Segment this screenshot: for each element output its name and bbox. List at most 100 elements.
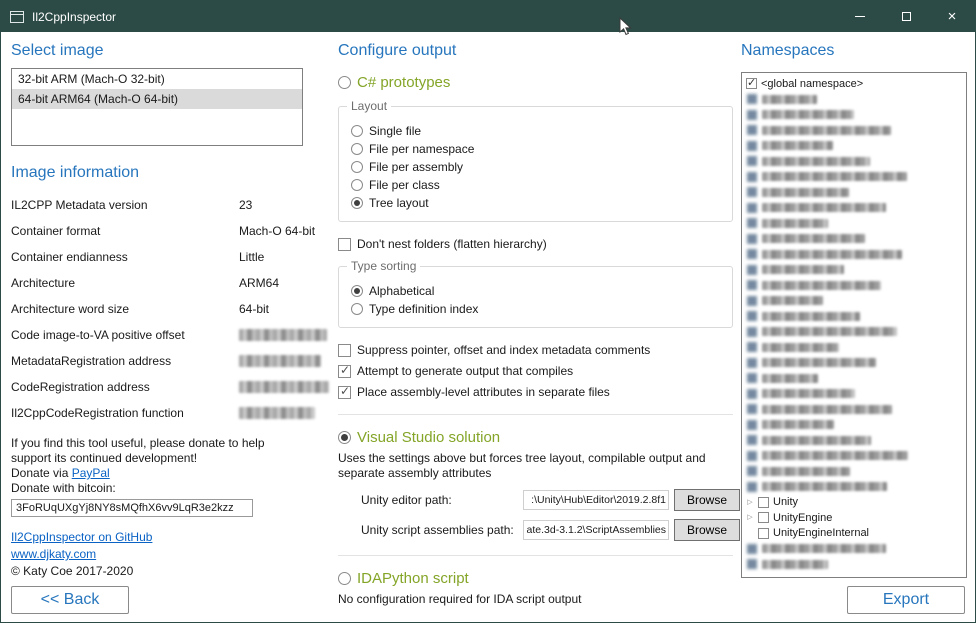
namespace-row-redacted[interactable] <box>744 541 964 557</box>
minimize-button[interactable] <box>837 1 883 32</box>
namespace-checkbox[interactable] <box>747 420 757 430</box>
unity-editor-path-input[interactable]: :\Unity\Hub\Editor\2019.2.8f1 <box>523 490 669 510</box>
namespace-checkbox[interactable] <box>747 187 757 197</box>
namespace-checkbox[interactable] <box>747 249 757 259</box>
radio-sorting-alphabetical[interactable]: Alphabetical <box>351 283 722 299</box>
namespace-checkbox[interactable] <box>758 512 769 523</box>
namespace-row-redacted[interactable] <box>744 231 964 247</box>
back-button[interactable]: << Back <box>11 586 129 614</box>
website-link[interactable]: www.djkaty.com <box>11 547 96 561</box>
namespace-checkbox[interactable] <box>747 296 757 306</box>
radio-layout-file-per-assembly[interactable]: File per assembly <box>351 159 722 175</box>
browse-script-assemblies-button[interactable]: Browse <box>674 519 740 541</box>
redacted-text <box>762 172 907 181</box>
checkbox-suppress-comments[interactable]: Suppress pointer, offset and index metad… <box>338 342 733 358</box>
namespace-checkbox[interactable] <box>747 559 757 569</box>
radio-layout-file-per-namespace[interactable]: File per namespace <box>351 141 722 157</box>
namespace-row[interactable]: <global namespace> <box>744 76 964 92</box>
namespace-row-redacted[interactable] <box>744 464 964 480</box>
expander-icon[interactable]: ▷ <box>744 510 756 525</box>
namespace-row-redacted[interactable] <box>744 123 964 139</box>
radio-layout-single-file[interactable]: Single file <box>351 123 722 139</box>
namespace-row-redacted[interactable] <box>744 92 964 108</box>
namespace-checkbox[interactable] <box>747 203 757 213</box>
github-link[interactable]: Il2CppInspector on GitHub <box>11 530 152 544</box>
namespace-row-redacted[interactable] <box>744 340 964 356</box>
namespace-checkbox[interactable] <box>747 544 757 554</box>
namespace-checkbox[interactable] <box>746 78 757 89</box>
namespace-checkbox[interactable] <box>747 404 757 414</box>
namespace-row-redacted[interactable] <box>744 479 964 495</box>
browse-unity-editor-button[interactable]: Browse <box>674 489 740 511</box>
namespace-row-redacted[interactable] <box>744 278 964 294</box>
namespace-checkbox[interactable] <box>747 94 757 104</box>
namespace-checkbox[interactable] <box>747 172 757 182</box>
checkbox-assembly-attributes[interactable]: Place assembly-level attributes in separ… <box>338 384 733 400</box>
radio-layout-file-per-class[interactable]: File per class <box>351 177 722 193</box>
namespace-checkbox[interactable] <box>747 156 757 166</box>
namespace-checkbox[interactable] <box>758 497 769 508</box>
export-button[interactable]: Export <box>847 586 965 614</box>
namespace-row-redacted[interactable] <box>744 293 964 309</box>
namespace-checkbox[interactable] <box>747 218 757 228</box>
unity-script-assemblies-path-input[interactable]: ate.3d-3.1.2\ScriptAssemblies <box>523 520 669 540</box>
namespace-checkbox[interactable] <box>747 141 757 151</box>
radio-visual-studio-solution[interactable]: Visual Studio solution <box>338 427 733 447</box>
namespace-row-redacted[interactable] <box>744 216 964 232</box>
radio-layout-tree-layout[interactable]: Tree layout <box>351 195 722 211</box>
checkbox-flatten-hierarchy[interactable]: Don't nest folders (flatten hierarchy) <box>338 236 733 252</box>
namespace-row-redacted[interactable] <box>744 433 964 449</box>
namespace-checkbox[interactable] <box>747 110 757 120</box>
namespace-checkbox[interactable] <box>747 435 757 445</box>
namespace-checkbox[interactable] <box>747 125 757 135</box>
namespace-row-redacted[interactable] <box>744 107 964 123</box>
namespace-checkbox[interactable] <box>747 265 757 275</box>
namespace-row-redacted[interactable] <box>744 355 964 371</box>
listbox-item-64bit-arm64[interactable]: 64-bit ARM64 (Mach-O 64-bit) <box>12 89 302 109</box>
namespace-row[interactable]: UnityEngineInternal <box>744 526 964 542</box>
namespace-checkbox[interactable] <box>747 234 757 244</box>
checkbox-label: Don't nest folders (flatten hierarchy) <box>357 237 547 251</box>
bitcoin-address-input[interactable] <box>11 499 253 517</box>
namespace-row-redacted[interactable] <box>744 200 964 216</box>
namespace-checkbox[interactable] <box>747 389 757 399</box>
radio-csharp-prototypes[interactable]: C# prototypes <box>338 72 733 92</box>
namespace-row-redacted[interactable] <box>744 448 964 464</box>
namespace-row-redacted[interactable] <box>744 324 964 340</box>
maximize-button[interactable] <box>883 1 929 32</box>
namespace-row-redacted[interactable] <box>744 262 964 278</box>
paypal-link[interactable]: PayPal <box>72 466 110 480</box>
namespace-checkbox[interactable] <box>747 373 757 383</box>
namespace-row[interactable]: ▷Unity <box>744 495 964 511</box>
namespace-row-redacted[interactable] <box>744 154 964 170</box>
namespace-checkbox[interactable] <box>758 528 769 539</box>
namespace-checkbox[interactable] <box>747 280 757 290</box>
app-window: Il2CppInspector × Select image 32-bit AR… <box>0 0 976 623</box>
redacted-text <box>762 95 817 104</box>
radio-sorting-type-definition-index[interactable]: Type definition index <box>351 301 722 317</box>
listbox-item-32bit-arm[interactable]: 32-bit ARM (Mach-O 32-bit) <box>12 69 302 89</box>
namespace-row-redacted[interactable] <box>744 371 964 387</box>
namespace-row-redacted[interactable] <box>744 417 964 433</box>
close-button[interactable]: × <box>929 1 975 32</box>
namespace-row-redacted[interactable] <box>744 247 964 263</box>
checkbox-output-compiles[interactable]: Attempt to generate output that compiles <box>338 363 733 379</box>
namespace-row-redacted[interactable] <box>744 169 964 185</box>
expander-icon[interactable]: ▷ <box>744 495 756 510</box>
radio-idapython-script[interactable]: IDAPython script <box>338 568 733 588</box>
namespace-row-redacted[interactable] <box>744 309 964 325</box>
namespace-checkbox[interactable] <box>747 482 757 492</box>
namespace-row-redacted[interactable] <box>744 557 964 573</box>
namespace-checkbox[interactable] <box>747 466 757 476</box>
namespace-row-redacted[interactable] <box>744 138 964 154</box>
namespace-checkbox[interactable] <box>747 451 757 461</box>
path-label: Unity script assemblies path: <box>361 523 523 537</box>
namespace-checkbox[interactable] <box>747 327 757 337</box>
namespace-row-redacted[interactable] <box>744 402 964 418</box>
namespace-row-redacted[interactable] <box>744 386 964 402</box>
namespace-checkbox[interactable] <box>747 311 757 321</box>
namespace-checkbox[interactable] <box>747 342 757 352</box>
namespace-checkbox[interactable] <box>747 358 757 368</box>
namespace-row-redacted[interactable] <box>744 185 964 201</box>
namespace-row[interactable]: ▷UnityEngine <box>744 510 964 526</box>
